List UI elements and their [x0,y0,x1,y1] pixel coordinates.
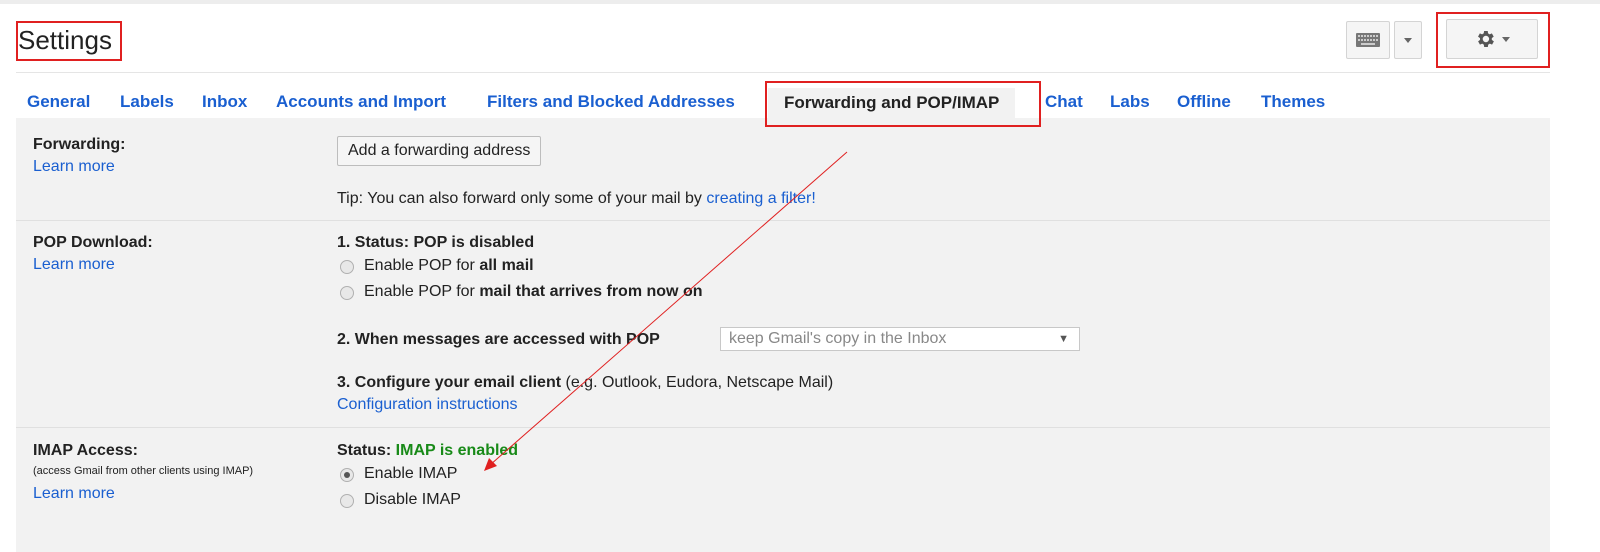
imap-status: Status: IMAP is enabled [337,442,518,460]
keyboard-dropdown-button[interactable] [1394,21,1422,59]
pop-access-select-value: keep Gmail's copy in the Inbox [729,330,947,347]
gear-highlight-box [1436,12,1550,68]
settings-panel: Forwarding: Learn more Add a forwarding … [16,118,1550,552]
forwarding-label: Forwarding: [33,136,126,153]
pop-configure-note: (e.g. Outlook, Eudora, Netscape Mail) [561,374,834,391]
tab-inbox[interactable]: Inbox [202,92,247,112]
pop-configure-heading: 3. Configure your email client [337,374,562,391]
enable-imap-label: Enable IMAP [364,465,458,482]
configuration-instructions-link[interactable]: Configuration instructions [337,396,518,414]
tab-themes[interactable]: Themes [1261,92,1325,112]
forwarding-learn-more-link[interactable]: Learn more [33,158,115,176]
pop-all-mail-radio[interactable] [340,260,354,274]
pop-status-heading: 1. Status: POP is disabled [337,234,535,251]
keyboard-button[interactable] [1346,21,1390,59]
row-divider [16,220,1550,221]
pop-access-heading: 2. When messages are accessed with POP [337,331,660,348]
disable-imap-label: Disable IMAP [364,491,461,508]
active-tab-highlight-box [765,81,1041,127]
tab-offline[interactable]: Offline [1177,92,1231,112]
pop-from-now-bold: mail that arrives from now on [479,283,703,300]
pop-configure-line: 3. Configure your email client (e.g. Out… [337,374,833,392]
tab-labs[interactable]: Labs [1110,92,1150,112]
tab-chat[interactable]: Chat [1045,92,1083,112]
forwarding-tip: Tip: You can also forward only some of y… [337,190,816,208]
pop-download-label: POP Download: [33,234,153,251]
add-forwarding-address-button[interactable]: Add a forwarding address [337,136,542,166]
imap-access-label: IMAP Access: [33,442,138,459]
pop-from-now-prefix: Enable POP for [364,283,480,300]
pop-learn-more-link[interactable]: Learn more [33,256,115,274]
tab-accounts-and-import[interactable]: Accounts and Import [276,92,446,112]
tab-labels[interactable]: Labels [120,92,174,112]
pop-all-mail-label: Enable POP for all mail [364,257,534,275]
pop-all-mail-prefix: Enable POP for [364,257,480,274]
select-caret-icon: ▼ [1058,333,1069,345]
tab-general[interactable]: General [27,92,90,112]
keyboard-icon [1356,33,1380,47]
disable-imap-radio[interactable] [340,494,354,508]
pop-access-select[interactable]: keep Gmail's copy in the Inbox ▼ [720,327,1080,351]
imap-access-sublabel: (access Gmail from other clients using I… [33,465,254,477]
pop-all-mail-bold: all mail [479,257,534,274]
imap-status-prefix: Status: [337,442,396,459]
title-highlight-box [16,21,122,61]
pop-from-now-label: Enable POP for mail that arrives from no… [364,283,702,301]
imap-status-value: IMAP is enabled [395,442,519,459]
row-divider [16,427,1550,428]
tab-filters-and-blocked-addresses[interactable]: Filters and Blocked Addresses [487,92,735,112]
forwarding-tip-text: Tip: You can also forward only some of y… [337,190,707,207]
header-divider [16,72,1550,73]
top-edge-line [0,0,1600,4]
enable-imap-radio[interactable] [340,468,354,482]
imap-learn-more-link[interactable]: Learn more [33,485,115,503]
creating-a-filter-link[interactable]: creating a filter! [706,190,815,207]
chevron-down-icon [1404,37,1412,43]
pop-from-now-radio[interactable] [340,286,354,300]
